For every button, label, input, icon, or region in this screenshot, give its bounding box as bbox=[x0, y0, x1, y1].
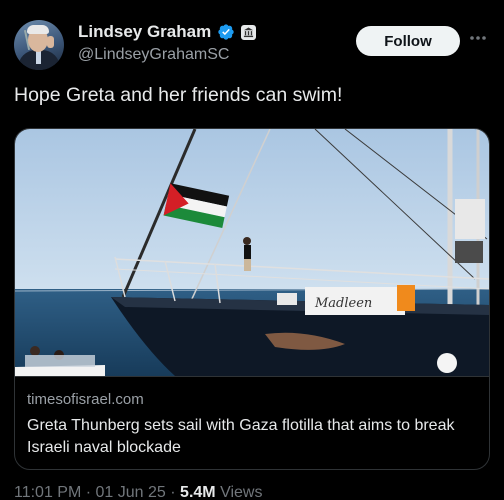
avatar[interactable] bbox=[14, 20, 64, 70]
tweet-text: Hope Greta and her friends can swim! bbox=[14, 84, 343, 106]
link-card[interactable]: Madleen timesofisrael.com Greta Thunberg… bbox=[14, 128, 490, 470]
follow-button[interactable]: Follow bbox=[356, 26, 460, 56]
more-icon[interactable] bbox=[468, 28, 490, 54]
card-headline[interactable]: Greta Thunberg sets sail with Gaza floti… bbox=[27, 415, 477, 459]
verified-badge-icon bbox=[218, 24, 234, 40]
tweet-meta: 11:01 PM · 01 Jun 25 · 5.4M Views bbox=[14, 484, 262, 500]
views-label: Views bbox=[220, 484, 263, 500]
tweet-time[interactable]: 11:01 PM bbox=[14, 484, 81, 500]
card-body[interactable]: timesofisrael.com Greta Thunberg sets sa… bbox=[15, 376, 489, 469]
meta-separator: · bbox=[85, 484, 92, 500]
author-name[interactable]: Lindsey Graham bbox=[78, 22, 211, 42]
meta-separator: · bbox=[170, 484, 176, 500]
tweet-header: Lindsey Graham @LindseyGrahamSC Follow bbox=[14, 16, 490, 72]
views-count: 5.4M bbox=[180, 484, 216, 500]
name-row: Lindsey Graham bbox=[78, 22, 257, 42]
card-domain[interactable]: timesofisrael.com bbox=[27, 391, 144, 408]
boat-name-text: Madleen bbox=[314, 296, 372, 311]
tweet-date[interactable]: 01 Jun 25 bbox=[96, 484, 166, 500]
government-building-icon bbox=[241, 24, 257, 40]
article-image: Madleen bbox=[15, 129, 489, 376]
author-handle[interactable]: @LindseyGrahamSC bbox=[78, 46, 229, 64]
